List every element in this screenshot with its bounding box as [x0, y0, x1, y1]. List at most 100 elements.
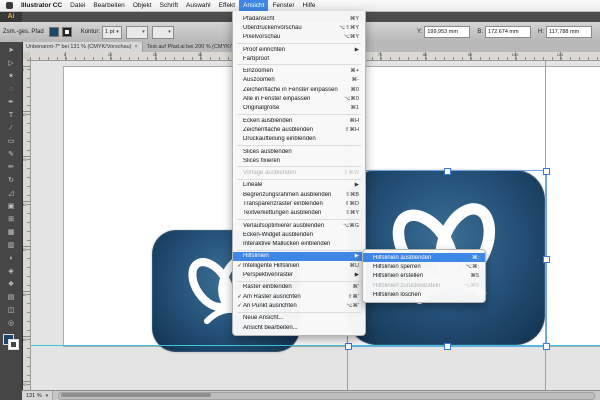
selection-handle[interactable]	[345, 343, 352, 350]
zoom-level[interactable]: 131 % ▾	[22, 391, 54, 400]
gradient-tool[interactable]: ▥	[2, 239, 20, 252]
menu-item-interaktive-mallücken-einblenden[interactable]: Interaktive Mallücken einblenden	[233, 240, 365, 249]
stroke-swatch[interactable]	[8, 339, 19, 350]
menu-item-vorlage-ausblenden[interactable]: Vorlage ausblenden ⇧⌘W	[233, 168, 365, 177]
menu-item-einzoomen[interactable]: Einzoomen ⌘+	[233, 66, 365, 75]
field-label: Y:	[416, 29, 423, 35]
menu-item-hilfslinien[interactable]: Hilfslinien ▶	[233, 251, 365, 262]
symbol-sprayer-tool[interactable]: ❖	[2, 278, 20, 291]
menu-item-label: Hilfslinien erstellen	[373, 273, 424, 280]
selection-handle[interactable]	[444, 343, 451, 350]
menu-item-slices-ausblenden[interactable]: Slices ausblenden	[233, 147, 365, 156]
menu-item-verlaufsoptimierer-ausblenden[interactable]: Verlaufsoptimierer ausblenden ⌥⌘G	[233, 221, 365, 230]
selection-handle[interactable]	[444, 168, 451, 175]
scrollbar-thumb[interactable]	[61, 393, 212, 397]
field-input[interactable]: 117,788 mm	[546, 26, 592, 38]
menu-shortcut: ⇧⌘B	[345, 191, 359, 198]
menu-item-hilfslinien-zurückwandeln[interactable]: Hilfslinien zurückwandeln ⌥⌘5	[363, 281, 485, 290]
line-segment-tool[interactable]: ∕	[2, 122, 20, 135]
menu-item-pfadansicht[interactable]: Pfadansicht ⌘Y	[233, 14, 365, 23]
tab-close-icon[interactable]: ×	[134, 44, 137, 50]
horizontal-scrollbar[interactable]	[58, 392, 595, 400]
menubar-item-illustrator-cc[interactable]: Illustrator CC	[17, 0, 66, 11]
vertical-ruler[interactable]: 0 10 20 30 40 50 60 70	[22, 60, 31, 390]
ruler-label: 10	[107, 52, 113, 57]
document-tab[interactable]: Unbenannt-7* bei 131 % (CMYK/Vorschau) ×	[22, 42, 143, 52]
menu-item-textverkettungen-ausblenden[interactable]: Textverkettungen ausblenden ⇧⌘Y	[233, 209, 365, 218]
blend-tool[interactable]: ◈	[2, 265, 20, 278]
menu-item-begrenzungsrahmen-ausblenden[interactable]: Begrenzungsrahmen ausblenden ⇧⌘B	[233, 190, 365, 199]
brush-definition-dropdown[interactable]: ▾	[125, 25, 148, 39]
pen-tool[interactable]: ✒	[2, 96, 20, 109]
perspective-grid-icon: ⊞	[8, 216, 14, 223]
rectangle-tool[interactable]: ▭	[2, 135, 20, 148]
menu-item-hilfslinien-löschen[interactable]: Hilfslinien löschen	[363, 290, 485, 299]
pencil-tool[interactable]: ✏	[2, 161, 20, 174]
menubar-item-schrift[interactable]: Schrift	[156, 0, 182, 11]
apple-menu-icon[interactable]	[6, 2, 13, 9]
zoom-tool[interactable]: ◎	[2, 317, 20, 330]
menu-item-auszoomen[interactable]: Auszoomen ⌘-	[233, 76, 365, 85]
eyedropper-tool[interactable]: ◗	[2, 252, 20, 265]
menu-item-slices-fixieren[interactable]: Slices fixieren	[233, 156, 365, 165]
menu-item-ecken-ausblenden[interactable]: Ecken ausblenden ⌘H	[233, 116, 365, 125]
menu-item-proof-einrichten[interactable]: Proof einrichten ▶	[233, 45, 365, 54]
menu-item-ansicht-bearbeiten[interactable]: Ansicht bearbeiten...	[233, 323, 365, 332]
mesh-tool[interactable]: ▦	[2, 226, 20, 239]
menubar-item-fenster[interactable]: Fenster	[268, 0, 298, 11]
perspective-grid-tool[interactable]: ⊞	[2, 213, 20, 226]
lasso-tool[interactable]: ◌	[2, 83, 20, 96]
menu-item-transparenzraster-einblenden[interactable]: Transparenzraster einblenden ⇧⌘D	[233, 199, 365, 208]
menu-item-perspektivenraster[interactable]: Perspektivenraster ▶	[233, 270, 365, 279]
graph-tool[interactable]: ▤	[2, 291, 20, 304]
menubar-item-datei[interactable]: Datei	[66, 0, 89, 11]
field-input[interactable]: 172,674 mm	[485, 26, 531, 38]
menu-item-zeichenfläche-in-fenster-einpassen[interactable]: Zeichenfläche in Fenster einpassen ⌘0	[233, 85, 365, 94]
menubar-item-effekt[interactable]: Effekt	[215, 0, 240, 11]
menubar-item-ansicht[interactable]: Ansicht	[239, 0, 269, 11]
field-input[interactable]: 199,953 mm	[424, 26, 471, 38]
fill-stroke-swatches[interactable]	[3, 334, 19, 350]
direct-selection-tool[interactable]: ▷	[2, 57, 20, 70]
stroke-color-swatch[interactable]	[61, 27, 72, 37]
free-transform-tool[interactable]: ▣	[2, 200, 20, 213]
menu-item-originalgröße[interactable]: Originalgröße ⌘1	[233, 104, 365, 113]
menu-item-hilfslinien-sperren[interactable]: Hilfslinien sperren ⌥⌘;	[363, 262, 485, 271]
selection-tool[interactable]: ➤	[2, 44, 20, 57]
menu-item-intelligente-hilfslinien[interactable]: ✓ Intelligente Hilfslinien ⌘U	[233, 261, 365, 270]
stroke-weight-dropdown[interactable]: 1 pt ▾	[102, 25, 122, 39]
menu-item-lineale[interactable]: Lineale ▶	[233, 181, 365, 190]
ruler-tick	[27, 294, 30, 295]
menu-item-farbproof[interactable]: Farbproof	[233, 54, 365, 63]
menu-item-am-raster-ausrichten[interactable]: ✓ Am Raster ausrichten ⇧⌘'	[233, 292, 365, 301]
submenu-arrow-icon: ▶	[354, 253, 359, 260]
ruler-tick	[27, 195, 30, 196]
menu-item-hilfslinien-ausblenden[interactable]: Hilfslinien ausblenden ⌘;	[363, 253, 485, 263]
menu-item-raster-einblenden[interactable]: Raster einblenden ⌘'	[233, 283, 365, 292]
menu-item-überdruckenvorschau[interactable]: Überdruckenvorschau ⌥⇧⌘Y	[233, 23, 365, 32]
menu-item-pixelvorschau[interactable]: Pixelvorschau ⌥⌘Y	[233, 33, 365, 42]
selection-handle[interactable]	[543, 168, 550, 175]
menu-item-an-punkt-ausrichten[interactable]: ✓ An Punkt ausrichten ⌥⌘'	[233, 301, 365, 310]
scale-tool[interactable]: ◿	[2, 187, 20, 200]
menubar-item-bearbeiten[interactable]: Bearbeiten	[89, 0, 128, 11]
menu-item-alle-in-fenster-einpassen[interactable]: Alle in Fenster einpassen ⌥⌘0	[233, 94, 365, 103]
menu-item-zeichenfläche-ausblenden[interactable]: Zeichenfläche ausblenden ⇧⌘H	[233, 125, 365, 134]
ruler-tick	[27, 87, 30, 88]
menubar-item-auswahl[interactable]: Auswahl	[182, 0, 215, 11]
selection-handle[interactable]	[543, 255, 550, 263]
rotate-tool[interactable]: ↻	[2, 174, 20, 187]
type-tool[interactable]: T	[2, 109, 20, 122]
menu-item-hilfslinien-erstellen[interactable]: Hilfslinien erstellen ⌘5	[363, 272, 485, 281]
graphic-style-dropdown[interactable]: ▾	[151, 25, 174, 39]
menubar-item-hilfe[interactable]: Hilfe	[299, 0, 320, 11]
fill-color-swatch[interactable]	[48, 27, 59, 37]
artboard-tool[interactable]: ◫	[2, 304, 20, 317]
menubar-item-objekt[interactable]: Objekt	[129, 0, 156, 11]
magic-wand-tool[interactable]: ✶	[2, 70, 20, 83]
menu-item-neue-ansicht[interactable]: Neue Ansicht...	[233, 314, 365, 323]
menu-item-ecken-widget-ausblenden[interactable]: Ecken-Widget ausblenden	[233, 230, 365, 239]
selection-handle[interactable]	[543, 343, 550, 350]
menu-item-druckaufteilung-einblenden[interactable]: Druckaufteilung einblenden	[233, 135, 365, 144]
paintbrush-tool[interactable]: ✎	[2, 148, 20, 161]
